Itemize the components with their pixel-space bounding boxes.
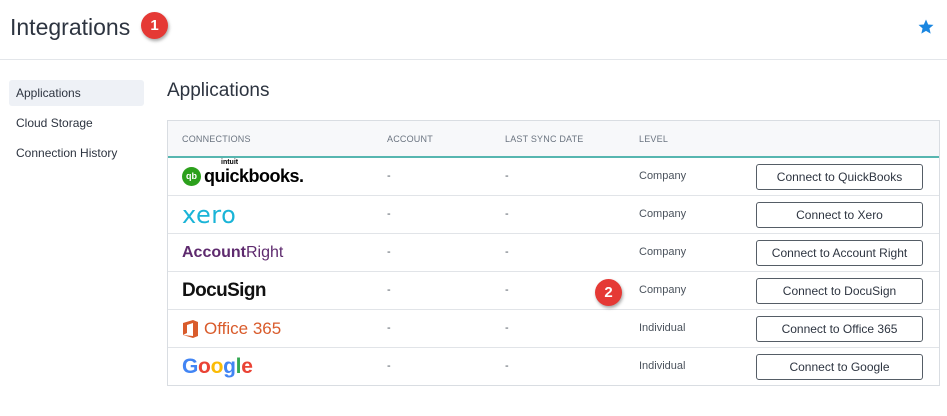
table-row-office365: Office 365 - - Individual Connect to Off…	[168, 310, 939, 348]
level-cell: Company	[639, 284, 687, 296]
sidebar-item-cloud-storage[interactable]: Cloud Storage	[9, 110, 144, 136]
google-logo: Google	[182, 348, 253, 385]
quickbooks-icon: qb	[182, 167, 201, 186]
connect-google-button[interactable]: Connect to Google	[756, 354, 923, 380]
connect-xero-button[interactable]: Connect to Xero	[756, 202, 923, 228]
last-sync-cell: -	[505, 284, 509, 296]
accountright-logo: AccountRight	[182, 234, 283, 271]
level-cell: Company	[639, 208, 687, 220]
account-cell: -	[387, 170, 391, 182]
column-header-last-sync-date: LAST SYNC DATE	[505, 134, 584, 144]
last-sync-cell: -	[505, 360, 509, 372]
table-row-google: Google - - Individual Connect to Google	[168, 348, 939, 386]
account-cell: -	[387, 360, 391, 372]
docusign-logo: DocuSign	[182, 272, 266, 309]
intuit-label: intuit	[221, 159, 239, 166]
column-header-connections: CONNECTIONS	[182, 134, 251, 144]
step-badge-2: 2	[595, 279, 622, 306]
last-sync-cell: -	[505, 246, 509, 258]
office365-label: Office 365	[204, 318, 282, 338]
section-title: Applications	[167, 80, 270, 101]
accountright-label-a: Account	[182, 243, 246, 261]
table-row-accountright: AccountRight - - Company Connect to Acco…	[168, 234, 939, 272]
account-cell: -	[387, 284, 391, 296]
column-header-level: LEVEL	[639, 134, 669, 144]
table-row-docusign: DocuSign - - Company Connect to DocuSign	[168, 272, 939, 310]
office365-logo: Office 365	[182, 310, 281, 347]
sidebar-item-connection-history[interactable]: Connection History	[9, 140, 144, 166]
page-title: Integrations	[10, 14, 131, 40]
last-sync-cell: -	[505, 208, 509, 220]
connect-accountright-button[interactable]: Connect to Account Right	[756, 240, 923, 266]
connect-docusign-button[interactable]: Connect to DocuSign	[756, 278, 923, 304]
page-header: Integrations 1	[0, 0, 947, 60]
connect-quickbooks-button[interactable]: Connect to QuickBooks	[756, 164, 923, 190]
account-cell: -	[387, 322, 391, 334]
docusign-label: DocuSign	[182, 279, 266, 301]
quickbooks-label: quickbooks.	[204, 166, 304, 186]
level-cell: Company	[639, 170, 687, 182]
level-cell: Company	[639, 246, 687, 258]
column-header-account: ACCOUNT	[387, 134, 433, 144]
table-row-quickbooks: qb intuit quickbooks. - - Company Connect…	[168, 158, 939, 196]
accountright-label-b: Right	[246, 243, 284, 261]
quickbooks-logo: qb intuit quickbooks.	[182, 158, 304, 195]
xero-logo: xero	[182, 196, 236, 233]
account-cell: -	[387, 208, 391, 220]
last-sync-cell: -	[505, 322, 509, 334]
sidebar: Applications Cloud Storage Connection Hi…	[9, 80, 144, 170]
step-badge-1: 1	[141, 12, 168, 39]
xero-label: xero	[182, 200, 237, 229]
star-icon[interactable]	[917, 18, 935, 36]
connect-office365-button[interactable]: Connect to Office 365	[756, 316, 923, 342]
table-row-xero: xero - - Company Connect to Xero	[168, 196, 939, 234]
table-header: CONNECTIONS ACCOUNT LAST SYNC DATE LEVEL	[168, 121, 939, 158]
applications-table: CONNECTIONS ACCOUNT LAST SYNC DATE LEVEL…	[167, 120, 940, 386]
sidebar-item-applications[interactable]: Applications	[9, 80, 144, 106]
office-icon	[183, 319, 198, 338]
google-label: Google	[182, 354, 253, 378]
account-cell: -	[387, 246, 391, 258]
last-sync-cell: -	[505, 170, 509, 182]
level-cell: Individual	[639, 360, 686, 372]
level-cell: Individual	[639, 322, 686, 334]
